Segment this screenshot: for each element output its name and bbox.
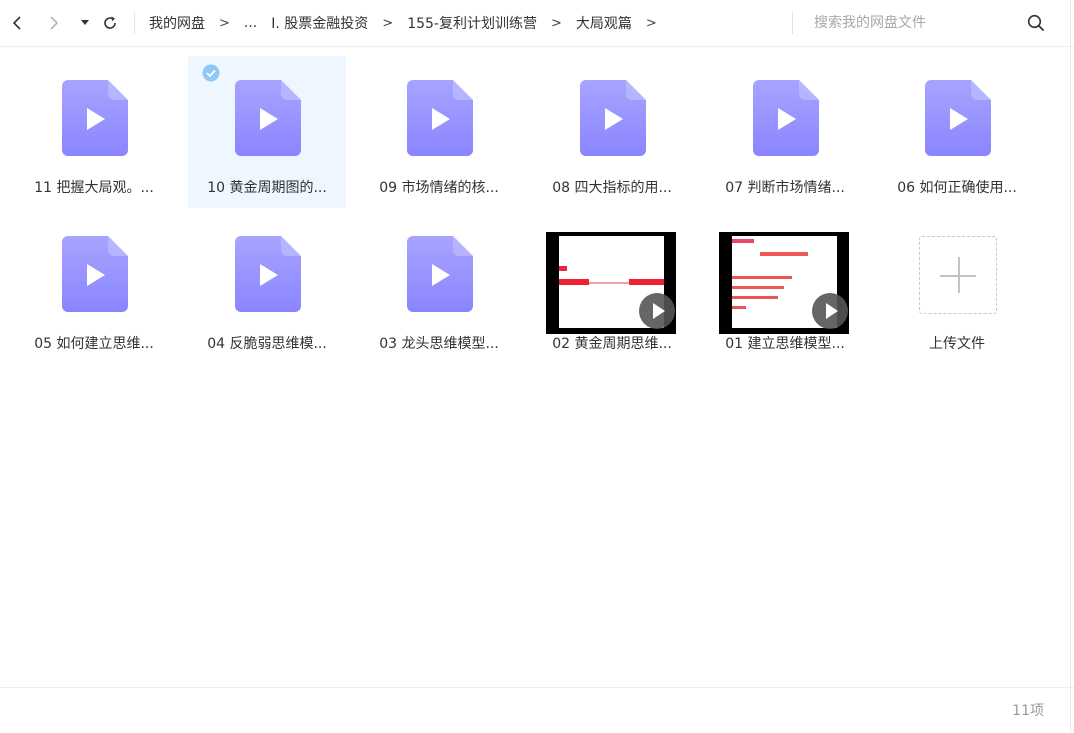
file-name: 11 把握大局观。... — [34, 180, 154, 196]
forward-button[interactable] — [40, 9, 68, 37]
video-thumbnail — [546, 232, 676, 334]
breadcrumb-ellipsis[interactable]: ... — [244, 15, 257, 31]
item-count: 11项 — [1012, 703, 1044, 719]
file-name: 02 黄金周期思维... — [552, 336, 672, 352]
breadcrumb-compound-camp[interactable]: 155-复利计划训练营 — [407, 13, 537, 33]
upload-label: 上传文件 — [929, 336, 985, 352]
slide-mark — [732, 239, 754, 243]
slide-mark — [732, 276, 792, 279]
file-tile-selected[interactable]: 10 黄金周期图的... — [188, 56, 346, 208]
file-name: 08 四大指标的用... — [552, 180, 672, 196]
refresh-button[interactable] — [96, 9, 124, 37]
chevron-left-icon — [12, 16, 21, 30]
history-dropdown-button[interactable] — [71, 9, 99, 37]
toolbar-divider — [134, 12, 135, 34]
breadcrumb-stock-finance[interactable]: I. 股票金融投资 — [271, 13, 368, 33]
toolbar: 我的网盘 > ... I. 股票金融投资 > 155-复利计划训练营 > 大局观… — [0, 0, 1074, 47]
file-tile[interactable]: 01 建立思维模型... — [706, 212, 864, 364]
file-name: 09 市场情绪的核... — [379, 180, 499, 196]
play-overlay-icon — [812, 293, 848, 329]
breadcrumb-separator: > — [219, 15, 230, 31]
file-tile[interactable]: 02 黄金周期思维... — [533, 212, 691, 364]
slide-mark — [732, 296, 778, 299]
video-file-icon — [62, 236, 128, 312]
breadcrumb: 我的网盘 > ... I. 股票金融投资 > 155-复利计划训练营 > 大局观… — [149, 0, 671, 46]
check-circle-icon[interactable] — [202, 64, 220, 82]
window-edge — [1070, 0, 1071, 732]
file-tile[interactable]: 03 龙头思维模型... — [360, 212, 518, 364]
file-name: 10 黄金周期图的... — [207, 180, 327, 196]
file-tile[interactable]: 09 市场情绪的核... — [360, 56, 518, 208]
file-name: 01 建立思维模型... — [725, 336, 845, 352]
file-name: 04 反脆弱思维模... — [207, 336, 327, 352]
plus-icon[interactable] — [919, 236, 997, 314]
breadcrumb-my-drive[interactable]: 我的网盘 — [149, 13, 205, 33]
video-file-icon — [235, 80, 301, 156]
file-tile[interactable]: 07 判断市场情绪... — [706, 56, 864, 208]
search-input[interactable] — [814, 11, 1010, 35]
status-bar: 11项 — [0, 687, 1074, 733]
slide-mark — [732, 306, 746, 309]
slide-mark — [559, 279, 589, 285]
chevron-right-icon — [50, 16, 59, 30]
breadcrumb-separator: > — [550, 15, 562, 31]
video-file-icon — [62, 80, 128, 156]
file-tile[interactable]: 11 把握大局观。... — [15, 56, 173, 208]
file-tile[interactable]: 06 如何正确使用... — [878, 56, 1036, 208]
file-name: 03 龙头思维模型... — [379, 336, 499, 352]
play-overlay-icon — [639, 293, 675, 329]
slide-mark — [629, 279, 664, 285]
video-file-icon — [407, 80, 473, 156]
file-tile[interactable]: 08 四大指标的用... — [533, 56, 691, 208]
video-file-icon — [753, 80, 819, 156]
file-tile[interactable]: 05 如何建立思维... — [15, 212, 173, 364]
upload-tile[interactable]: 上传文件 — [878, 212, 1036, 364]
file-tile[interactable]: 04 反脆弱思维模... — [188, 212, 346, 364]
caret-down-icon — [81, 20, 89, 25]
video-thumbnail — [719, 232, 849, 334]
file-name: 07 判断市场情绪... — [725, 180, 845, 196]
search-icon[interactable] — [1026, 13, 1046, 33]
back-button[interactable] — [3, 9, 31, 37]
slide-mark — [732, 286, 784, 289]
breadcrumb-separator: > — [382, 15, 394, 31]
video-file-icon — [580, 80, 646, 156]
video-file-icon — [235, 236, 301, 312]
video-file-icon — [925, 80, 991, 156]
breadcrumb-separator: > — [645, 15, 657, 31]
search-divider — [792, 12, 793, 34]
file-name: 05 如何建立思维... — [34, 336, 154, 352]
slide-mark — [559, 266, 567, 271]
video-file-icon — [407, 236, 473, 312]
file-name: 06 如何正确使用... — [897, 180, 1017, 196]
breadcrumb-current-folder[interactable]: 大局观篇 — [576, 13, 632, 33]
slide-mark — [760, 252, 808, 256]
refresh-icon — [104, 16, 116, 29]
